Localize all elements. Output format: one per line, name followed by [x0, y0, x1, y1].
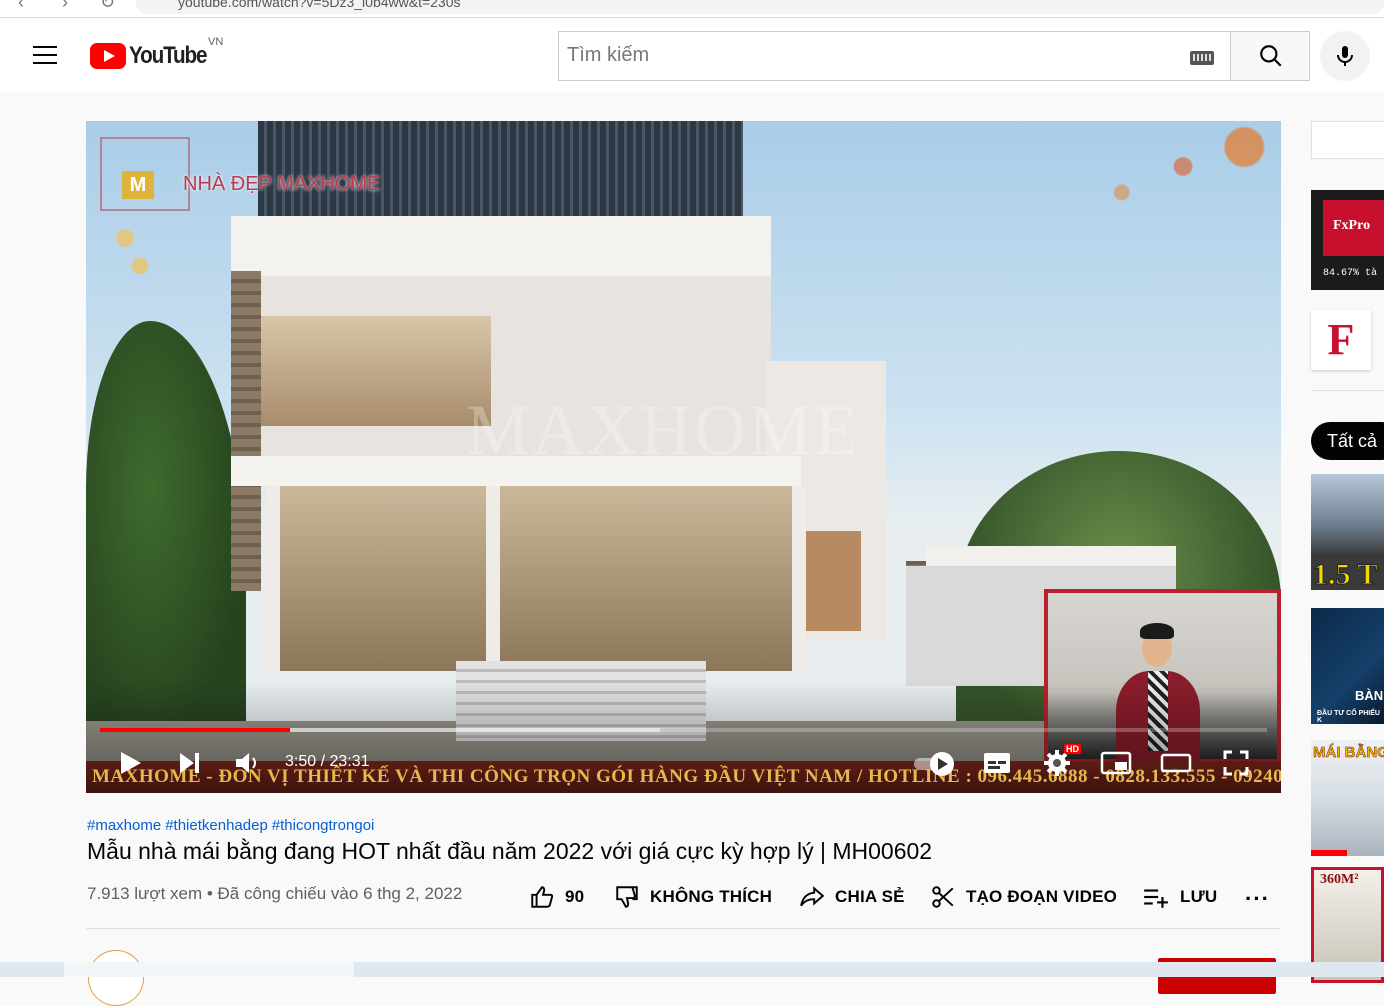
thumbs-up-icon	[531, 886, 554, 908]
share-icon	[800, 886, 825, 907]
reload-icon[interactable]: ↻	[100, 0, 115, 13]
theater-mode-icon[interactable]	[1160, 748, 1192, 778]
hashtag-link[interactable]: #thicongtrongoi	[272, 817, 375, 834]
scene-roof	[258, 121, 743, 216]
os-taskbar	[0, 962, 1384, 977]
hashtag-link[interactable]: #thietkenhadep	[165, 817, 268, 834]
related-video-thumbnail[interactable]: MÁI BẰNG H	[1311, 740, 1384, 856]
thumbnail-subtext: ĐẦU TƯ CỔ PHIẾU K	[1317, 710, 1380, 724]
related-video-thumbnail[interactable]: 1.5 T	[1311, 474, 1384, 590]
scene-blossom	[1036, 121, 1281, 251]
dislike-button[interactable]: KHÔNG THÍCH	[614, 880, 772, 914]
country-code: VN	[208, 36, 224, 48]
save-button[interactable]: LƯU	[1142, 880, 1217, 914]
logo-wordmark: YouTube	[129, 42, 208, 69]
menu-icon[interactable]	[33, 46, 57, 64]
hashtag-list: #maxhome #thietkenhadep #thicongtrongoi	[87, 817, 378, 834]
fullscreen-icon[interactable]	[1222, 748, 1250, 778]
scene-carport	[926, 546, 1176, 566]
share-label: CHIA SẺ	[835, 887, 905, 906]
volume-icon[interactable]	[234, 748, 262, 778]
search-button[interactable]	[1230, 31, 1310, 81]
maxhome-logo-mark: M	[122, 171, 154, 199]
ad-slot[interactable]	[1311, 121, 1384, 159]
clip-button[interactable]: TẠO ĐOẠN VIDEO	[930, 880, 1117, 914]
forward-icon[interactable]: ›	[62, 0, 68, 13]
progress-played	[100, 728, 291, 732]
video-title: Mẫu nhà mái bằng đang HOT nhất đầu năm 2…	[87, 838, 933, 864]
address-url[interactable]: youtube.com/watch?v=5Dz3_i0b4ww&t=230s	[178, 0, 461, 10]
masthead: YouTube VN	[0, 19, 1384, 91]
progress-bar[interactable]	[100, 728, 1267, 732]
playlist-add-icon	[1144, 889, 1168, 908]
clip-label: TẠO ĐOẠN VIDEO	[966, 887, 1118, 906]
thumbnail-text: BÀN	[1355, 688, 1384, 703]
subtitles-icon[interactable]	[982, 748, 1012, 778]
back-icon[interactable]: ‹	[18, 0, 24, 13]
ad-banner[interactable]: FxPro 84.67% tà	[1311, 190, 1384, 290]
ad-logo[interactable]: F	[1311, 310, 1371, 370]
like-button[interactable]: 90	[529, 880, 584, 914]
share-button[interactable]: CHIA SẺ	[799, 880, 905, 914]
keyboard-icon[interactable]	[1190, 51, 1214, 65]
channel-logo-overlay: M	[100, 137, 190, 211]
more-actions-button[interactable]: ···	[1245, 886, 1270, 912]
browser-toolbar: ‹ › ↻ youtube.com/watch?v=5Dz3_i0b4ww&t=…	[0, 0, 1384, 18]
miniplayer-icon[interactable]	[1100, 748, 1132, 778]
taskbar-window[interactable]	[64, 962, 354, 977]
search-icon	[1260, 45, 1282, 67]
ad-stat: 84.67% tà	[1323, 268, 1378, 279]
search-box	[558, 31, 1231, 81]
thumbnail-text: 1.5 T	[1312, 558, 1378, 591]
filter-chip-all[interactable]: Tất cả	[1311, 422, 1384, 460]
section-divider	[86, 928, 1281, 929]
video-watermark: MAXHOME	[466, 390, 861, 470]
play-icon[interactable]	[118, 748, 144, 778]
save-label: LƯU	[1180, 887, 1218, 906]
hashtag-link[interactable]: #maxhome	[87, 817, 161, 834]
voice-search-button[interactable]	[1320, 31, 1370, 81]
video-meta: 7.913 lượt xem • Đã công chiếu vào 6 thg…	[87, 884, 463, 903]
like-count: 90	[565, 887, 585, 906]
lantern-decoration	[110, 217, 160, 287]
hd-badge: HD	[1064, 744, 1081, 754]
ad-brand: FxPro	[1323, 200, 1384, 256]
scene-ground-floor	[266, 486, 806, 671]
related-video-thumbnail[interactable]: BÀN ĐẦU TƯ CỔ PHIẾU K	[1311, 608, 1384, 724]
sidebar-divider	[1311, 390, 1384, 391]
thumbs-down-icon	[616, 886, 638, 908]
search-input[interactable]	[559, 32, 1159, 78]
video-player[interactable]: M NHÀ ĐẸP MAXHOME MAXHOME MAXHOME - ĐƠN …	[86, 121, 1281, 793]
scissors-icon	[932, 886, 954, 908]
watch-progress	[1311, 850, 1347, 856]
thumbnail-text: MÁI BẰNG H	[1313, 744, 1384, 762]
next-icon[interactable]	[178, 748, 202, 778]
scene-upper-floor	[231, 216, 771, 276]
thumbnail-text: 360M²	[1320, 872, 1359, 887]
time-display: 3:50 / 23:31	[285, 753, 370, 770]
channel-avatar[interactable]	[88, 950, 144, 1006]
autoplay-toggle[interactable]	[912, 748, 958, 778]
youtube-logo[interactable]: YouTube VN	[90, 36, 223, 69]
dislike-label: KHÔNG THÍCH	[650, 887, 773, 906]
mic-icon	[1337, 46, 1353, 66]
youtube-play-icon	[90, 43, 126, 69]
channel-brand-text: NHÀ ĐẸP MAXHOME	[183, 173, 381, 195]
scene-stone-wall	[231, 271, 261, 591]
